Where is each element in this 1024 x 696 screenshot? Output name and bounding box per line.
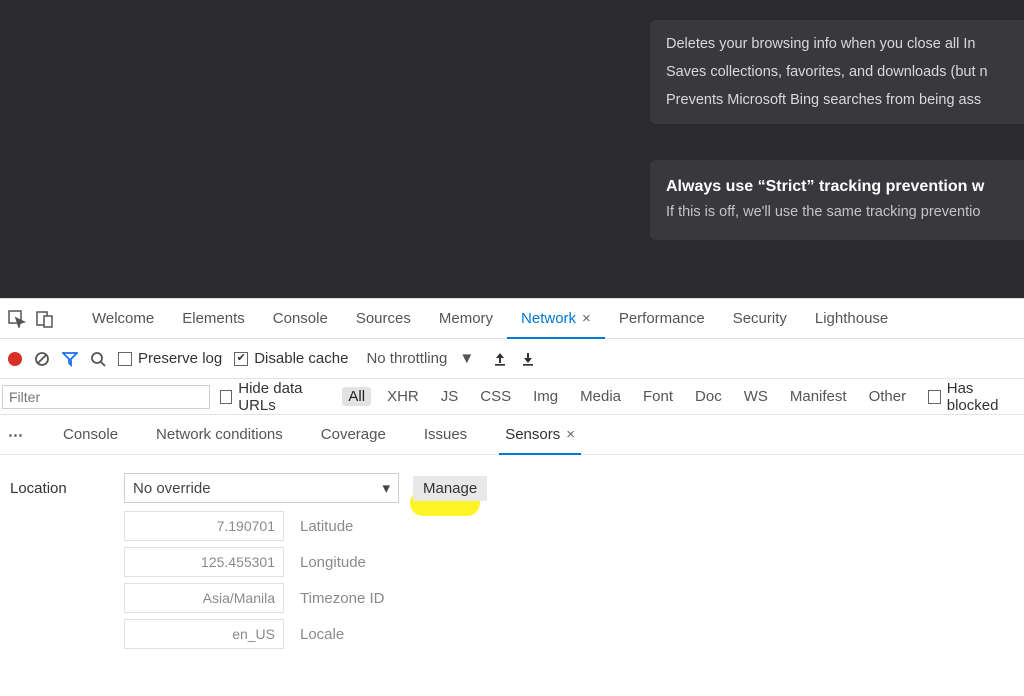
tab-security[interactable]: Security <box>719 299 801 338</box>
longitude-label: Longitude <box>300 554 366 571</box>
location-label: Location <box>10 480 110 497</box>
tab-welcome[interactable]: Welcome <box>78 299 168 338</box>
search-icon[interactable] <box>90 351 106 367</box>
filter-input[interactable] <box>2 385 210 409</box>
tab-elements[interactable]: Elements <box>168 299 259 338</box>
locale-input[interactable] <box>124 619 284 649</box>
checkbox-icon <box>928 390 941 404</box>
longitude-input[interactable] <box>124 547 284 577</box>
chip-xhr[interactable]: XHR <box>381 387 425 406</box>
checkbox-icon <box>118 352 132 366</box>
chip-font[interactable]: Font <box>637 387 679 406</box>
tab-sources[interactable]: Sources <box>342 299 425 338</box>
clear-icon[interactable] <box>34 351 50 367</box>
more-tools-icon[interactable]: ⋯ <box>8 426 31 444</box>
tracking-prevention-card[interactable]: Always use “Strict” tracking prevention … <box>650 160 1024 240</box>
chip-manifest[interactable]: Manifest <box>784 387 853 406</box>
filter-icon[interactable] <box>62 351 78 367</box>
hide-data-urls-checkbox[interactable]: Hide data URLs <box>220 380 333 414</box>
record-button[interactable] <box>8 352 22 366</box>
drawer-tab-console[interactable]: Console <box>57 415 124 454</box>
disable-cache-checkbox[interactable]: Disable cache <box>234 350 348 367</box>
upload-icon[interactable] <box>492 351 508 367</box>
drawer-tab-coverage[interactable]: Coverage <box>315 415 392 454</box>
location-select[interactable]: No override ▾ <box>124 473 399 503</box>
tab-lighthouse[interactable]: Lighthouse <box>801 299 902 338</box>
drawer-tabs: ⋯ Console Network conditions Coverage Is… <box>0 415 1024 455</box>
info-line: Prevents Microsoft Bing searches from be… <box>666 86 1024 114</box>
drawer-tab-issues[interactable]: Issues <box>418 415 473 454</box>
tab-memory[interactable]: Memory <box>425 299 507 338</box>
chip-js[interactable]: JS <box>435 387 465 406</box>
network-toolbar: Preserve log Disable cache No throttling… <box>0 339 1024 379</box>
manage-button[interactable]: Manage <box>413 476 487 501</box>
timezone-input[interactable] <box>124 583 284 613</box>
timezone-label: Timezone ID <box>300 590 384 607</box>
network-filter-row: Hide data URLs All XHR JS CSS Img Media … <box>0 379 1024 415</box>
card-subtitle: If this is off, we'll use the same track… <box>666 204 1024 220</box>
chip-css[interactable]: CSS <box>474 387 517 406</box>
preserve-log-checkbox[interactable]: Preserve log <box>118 350 222 367</box>
toggle-device-icon[interactable] <box>36 310 54 328</box>
sensors-panel: Location No override ▾ Manage Latitude L… <box>0 455 1024 673</box>
throttling-select[interactable]: No throttling ▼ <box>360 348 480 369</box>
chip-ws[interactable]: WS <box>738 387 774 406</box>
drawer-tab-network-conditions[interactable]: Network conditions <box>150 415 289 454</box>
tab-network[interactable]: Network× <box>507 299 605 338</box>
close-icon[interactable]: × <box>582 310 591 327</box>
chip-all[interactable]: All <box>342 387 371 406</box>
chip-other[interactable]: Other <box>863 387 913 406</box>
has-blocked-checkbox[interactable]: Has blocked <box>928 380 1020 414</box>
latitude-label: Latitude <box>300 518 353 535</box>
chip-media[interactable]: Media <box>574 387 627 406</box>
browser-page-area: Deletes your browsing info when you clos… <box>0 0 1024 298</box>
devtools-tabs: Welcome Elements Console Sources Memory … <box>0 299 1024 339</box>
tab-performance[interactable]: Performance <box>605 299 719 338</box>
download-icon[interactable] <box>520 351 536 367</box>
latitude-input[interactable] <box>124 511 284 541</box>
drawer-tab-sensors[interactable]: Sensors× <box>499 415 581 454</box>
chip-doc[interactable]: Doc <box>689 387 728 406</box>
locale-label: Locale <box>300 626 344 643</box>
devtools-panel: Welcome Elements Console Sources Memory … <box>0 298 1024 673</box>
disable-cache-label: Disable cache <box>254 350 348 367</box>
close-icon[interactable]: × <box>566 426 575 443</box>
inspect-element-icon[interactable] <box>8 310 26 328</box>
card-title: Always use “Strict” tracking prevention … <box>666 178 1024 196</box>
chip-img[interactable]: Img <box>527 387 564 406</box>
info-line: Saves collections, favorites, and downlo… <box>666 58 1024 86</box>
inprivate-info-card: Deletes your browsing info when you clos… <box>650 20 1024 124</box>
chevron-down-icon: ▾ <box>382 479 390 497</box>
tab-console[interactable]: Console <box>259 299 342 338</box>
preserve-log-label: Preserve log <box>138 350 222 367</box>
info-line: Deletes your browsing info when you clos… <box>666 30 1024 58</box>
checkbox-icon <box>220 390 233 404</box>
checkbox-icon <box>234 352 248 366</box>
